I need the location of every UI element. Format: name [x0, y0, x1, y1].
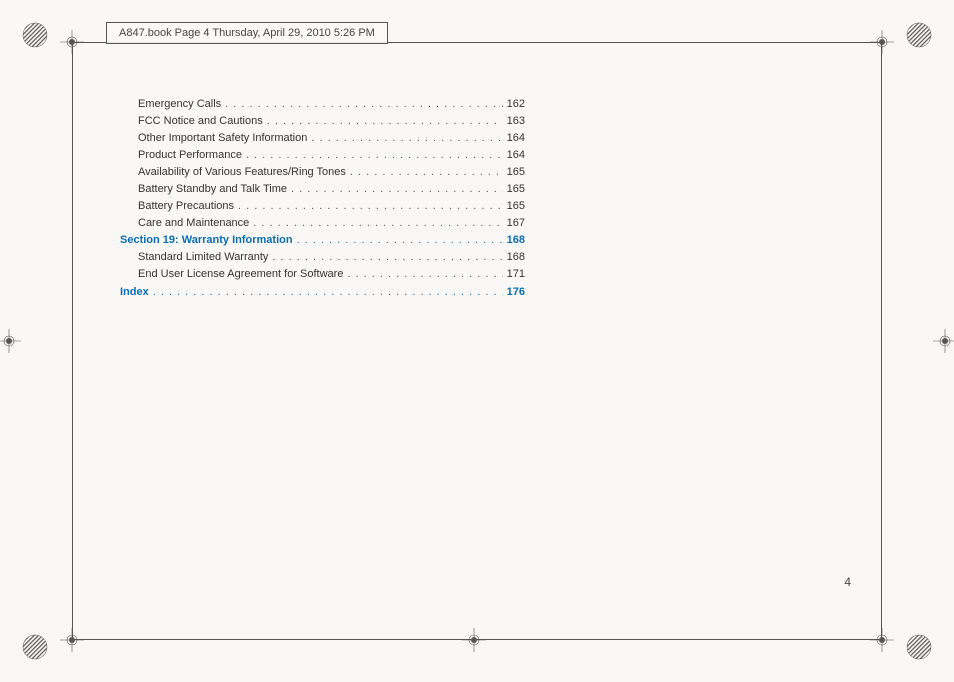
toc-entry-page: 162 [503, 96, 525, 113]
toc-leader-dots: . . . . . . . . . . . . . . . . . . . . … [253, 215, 502, 232]
toc-entry-row: Standard Limited Warranty. . . . . . . .… [120, 249, 525, 266]
table-of-contents: Emergency Calls. . . . . . . . . . . . .… [120, 96, 525, 301]
page-number: 4 [844, 575, 851, 589]
registration-mark-icon [22, 634, 48, 660]
toc-leader-dots: . . . . . . . . . . . . . . . . . . . . … [272, 249, 502, 266]
toc-entry-page: 165 [503, 198, 525, 215]
toc-section-row: Index. . . . . . . . . . . . . . . . . .… [120, 284, 525, 301]
toc-entry-page: 164 [503, 130, 525, 147]
registration-mark-icon [906, 22, 932, 48]
crop-mark-icon [933, 329, 954, 353]
toc-leader-dots: . . . . . . . . . . . . . . . . . . . . … [347, 266, 502, 283]
toc-entry-label: FCC Notice and Cautions [138, 113, 267, 130]
toc-leader-dots: . . . . . . . . . . . . . . . . . . . . … [246, 147, 503, 164]
toc-entry-page: 167 [503, 215, 525, 232]
toc-entry-row: Care and Maintenance. . . . . . . . . . … [120, 215, 525, 232]
toc-leader-dots: . . . . . . . . . . . . . . . . . . . . … [225, 96, 503, 113]
toc-entry-label: End User License Agreement for Software [138, 266, 347, 283]
toc-entry-row: Product Performance. . . . . . . . . . .… [120, 147, 525, 164]
toc-entry-page: 168 [503, 232, 525, 249]
toc-leader-dots: . . . . . . . . . . . . . . . . . . . . … [153, 284, 503, 301]
toc-entry-page: 164 [503, 147, 525, 164]
toc-entry-label: Product Performance [138, 147, 246, 164]
toc-entry-label: Standard Limited Warranty [138, 249, 272, 266]
toc-entry-label: Index [120, 284, 153, 301]
crop-mark-icon [870, 628, 894, 652]
toc-entry-page: 165 [503, 181, 525, 198]
toc-entry-row: Availability of Various Features/Ring To… [120, 164, 525, 181]
crop-mark-icon [870, 30, 894, 54]
toc-entry-label: Care and Maintenance [138, 215, 253, 232]
header-text: A847.book Page 4 Thursday, April 29, 201… [119, 27, 375, 39]
toc-entry-label: Battery Standby and Talk Time [138, 181, 291, 198]
toc-leader-dots: . . . . . . . . . . . . . . . . . . . . … [297, 232, 503, 249]
toc-entry-row: Battery Standby and Talk Time. . . . . .… [120, 181, 525, 198]
toc-entry-label: Emergency Calls [138, 96, 225, 113]
toc-entry-label: Availability of Various Features/Ring To… [138, 164, 350, 181]
page-header: A847.book Page 4 Thursday, April 29, 201… [106, 22, 388, 44]
toc-entry-page: 168 [503, 249, 525, 266]
crop-mark-icon [60, 30, 84, 54]
toc-entry-row: FCC Notice and Cautions. . . . . . . . .… [120, 113, 525, 130]
toc-leader-dots: . . . . . . . . . . . . . . . . . . . . … [291, 181, 503, 198]
toc-section-row: Section 19: Warranty Information. . . . … [120, 232, 525, 249]
toc-entry-page: 176 [503, 284, 525, 301]
toc-entry-row: End User License Agreement for Software.… [120, 266, 525, 283]
toc-entry-page: 165 [503, 164, 525, 181]
toc-leader-dots: . . . . . . . . . . . . . . . . . . . . … [238, 198, 503, 215]
toc-leader-dots: . . . . . . . . . . . . . . . . . . . . … [267, 113, 503, 130]
toc-leader-dots: . . . . . . . . . . . . . . . . . . . . … [311, 130, 502, 147]
toc-entry-row: Other Important Safety Information. . . … [120, 130, 525, 147]
toc-entry-row: Battery Precautions. . . . . . . . . . .… [120, 198, 525, 215]
toc-entry-label: Other Important Safety Information [138, 130, 311, 147]
toc-entry-page: 171 [503, 266, 525, 283]
crop-mark-icon [60, 628, 84, 652]
trim-line-right [881, 42, 882, 640]
trim-line-left [72, 42, 73, 640]
toc-leader-dots: . . . . . . . . . . . . . . . . . . . . … [350, 164, 503, 181]
toc-entry-label: Battery Precautions [138, 198, 238, 215]
toc-entry-row: Emergency Calls. . . . . . . . . . . . .… [120, 96, 525, 113]
toc-entry-label: Section 19: Warranty Information [120, 232, 297, 249]
registration-mark-icon [906, 634, 932, 660]
crop-mark-icon [462, 628, 486, 652]
registration-mark-icon [22, 22, 48, 48]
crop-mark-icon [0, 329, 21, 353]
toc-entry-page: 163 [503, 113, 525, 130]
